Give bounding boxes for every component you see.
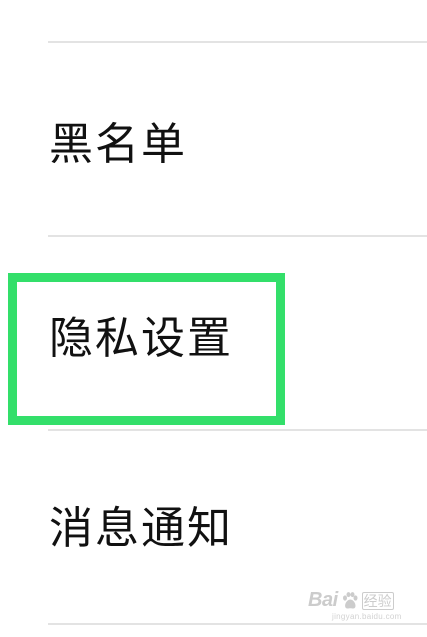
watermark-url: jingyan.baidu.com [332,612,402,621]
watermark-brand-text: Bai [308,589,338,611]
watermark-jingyan-text: 经验 [361,592,394,610]
settings-item-blacklist[interactable]: 黑名单 [0,43,427,235]
divider [48,623,427,625]
settings-item-privacy[interactable]: 隐私设置 [0,237,427,429]
baidu-jingyan-watermark: Bai 经验 [308,590,394,610]
settings-item-label: 黑名单 [49,119,187,170]
settings-item-label: 消息通知 [49,503,233,554]
paw-icon [342,592,358,609]
settings-item-label: 隐私设置 [49,313,233,364]
